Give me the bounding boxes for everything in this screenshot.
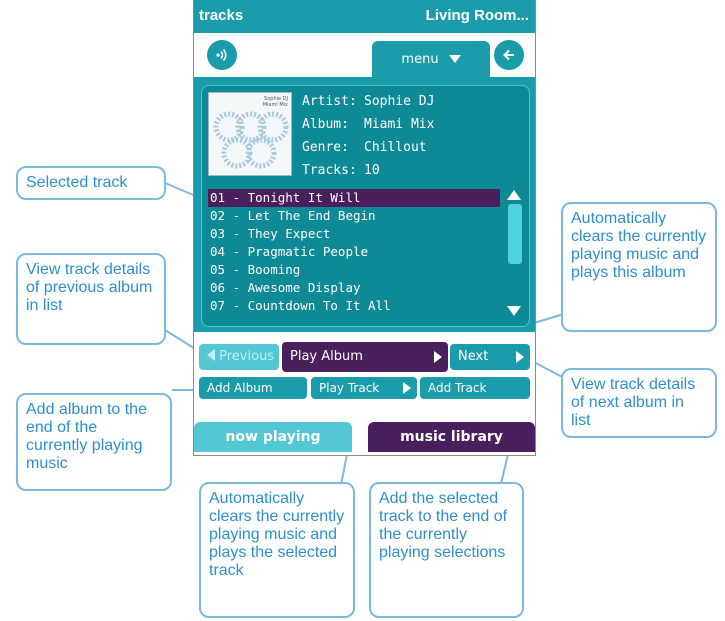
tab-now-playing[interactable]: now playing [194,422,352,452]
triangle-right-icon [516,351,524,363]
track-scrollbar[interactable] [507,190,523,316]
album-panel: Sophie DJ Miami Mix Artist: Sophie DJ Alb… [194,77,535,332]
track-item[interactable]: 07 - Countdown To It All [208,297,500,315]
tracks-value: 10 [364,163,380,178]
callout-play-album: Automatically clears the currently playi… [561,202,717,332]
album-nav-row: Previous Play Album Next [194,332,535,372]
artist-value: Sophie DJ [364,94,435,109]
add-album-button[interactable]: Add Album [199,377,307,399]
add-track-label: Add Track [428,381,487,395]
play-album-button[interactable]: Play Album [282,342,448,372]
bottom-tabs: now playing music library [194,418,535,454]
play-album-label: Play Album [290,349,363,364]
next-button[interactable]: Next [450,344,530,370]
callout-previous-album: View track details of previous album in … [16,253,166,345]
title-bar: tracks Living Room... [194,0,535,33]
add-album-label: Add Album [207,381,273,395]
previous-label: Previous [219,349,275,364]
play-icon [434,351,442,363]
triangle-left-icon [207,349,215,361]
tracks-label: Tracks: [302,163,357,178]
scroll-thumb[interactable] [508,204,522,264]
genre-label: Genre: [302,140,349,155]
scroll-down-icon[interactable] [507,306,521,316]
track-item[interactable]: 03 - They Expect [208,225,500,243]
genre-value: Chillout [364,140,427,155]
callout-add-album: Add album to the end of the currently pl… [16,393,172,491]
add-track-button[interactable]: Add Track [420,377,530,399]
track-item[interactable]: 02 - Let The End Begin [208,207,500,225]
scroll-up-icon[interactable] [507,190,521,200]
album-card: Sophie DJ Miami Mix Artist: Sophie DJ Alb… [201,85,530,327]
callout-play-track: Automatically clears the currently playi… [199,482,355,618]
app-title: tracks [199,7,244,24]
action-row: Add Album Play Track Add Track [194,372,535,404]
track-item-selected[interactable]: 01 - Tonight It Will [208,189,500,207]
speaker-icon[interactable] [207,40,237,70]
tracks-row: Tracks: 10 [302,163,380,183]
next-label: Next [458,349,489,364]
artist-label: Artist: [302,94,357,109]
album-value: Miami Mix [364,117,435,132]
device-screen: tracks Living Room... menu Sophie DJ Mia… [193,0,536,456]
previous-button[interactable]: Previous [199,344,279,370]
menu-button[interactable]: menu [372,41,490,77]
play-track-label: Play Track [319,381,380,395]
callout-selected-track: Selected track [16,166,166,200]
toolbar: menu [194,33,535,77]
track-item[interactable]: 05 - Booming [208,261,500,279]
chevron-down-icon [448,55,461,63]
back-arrow-icon[interactable] [494,40,524,70]
artist-row: Artist: Sophie DJ [302,94,434,114]
play-icon [403,382,411,394]
album-art: Sophie DJ Miami Mix [208,92,292,176]
callout-next-album: View track details of next album in list [561,368,717,438]
track-item[interactable]: 06 - Awesome Display [208,279,500,297]
track-list[interactable]: 01 - Tonight It Will 02 - Let The End Be… [208,189,500,317]
album-art-caption: Sophie DJ Miami Mix [263,96,288,108]
album-row: Album: Miami Mix [302,117,434,137]
album-art-caption-album: Miami Mix [262,102,288,108]
device-name: Living Room... [425,7,529,24]
track-item[interactable]: 04 - Pragmatic People [208,243,500,261]
menu-label: menu [401,51,439,67]
callout-add-track: Add the selected track to the end of the… [369,482,524,618]
play-track-button[interactable]: Play Track [311,377,417,399]
back-arrow-glyph [503,49,514,61]
genre-row: Genre: Chillout [302,140,427,160]
tab-music-library[interactable]: music library [368,422,535,452]
speaker-icon-glyph [216,48,227,62]
album-label: Album: [302,117,349,132]
